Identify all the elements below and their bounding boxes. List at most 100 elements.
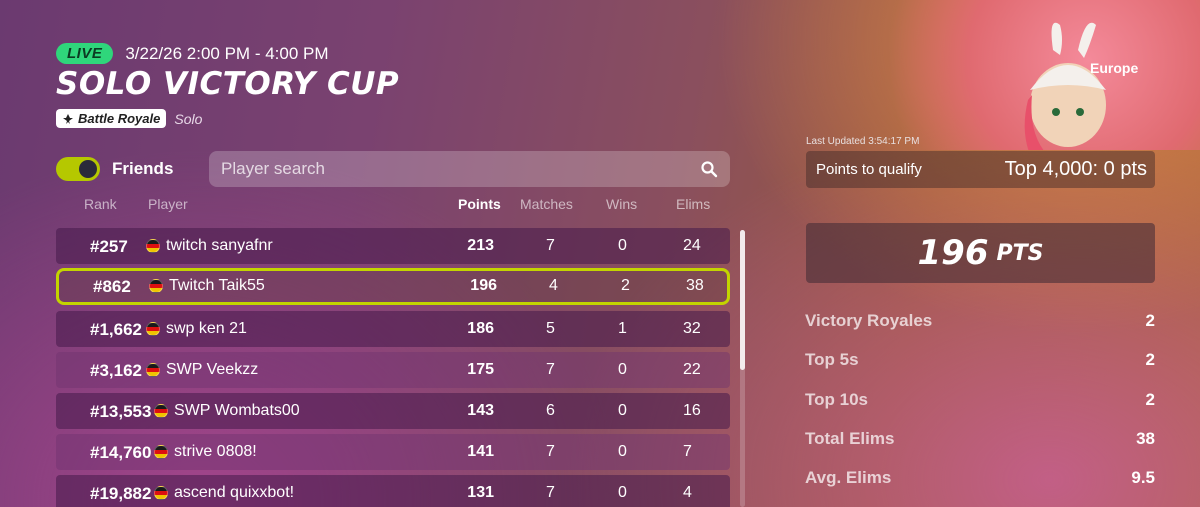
player-points-box: 196 PTS (806, 223, 1155, 283)
header-wins[interactable]: Wins (606, 196, 637, 212)
row-wins: 0 (618, 484, 627, 501)
row-elims: 22 (683, 361, 701, 378)
table-row[interactable]: #19,882 ascend quixxbot! 131 7 0 4 (56, 475, 730, 507)
header-points[interactable]: Points (458, 196, 501, 212)
player-points-unit: PTS (996, 240, 1044, 266)
table-row-selected[interactable]: #862 Twitch Taik55 196 4 2 38 (56, 268, 730, 305)
header-elims[interactable]: Elims (676, 196, 710, 212)
germany-flag-icon (146, 322, 160, 336)
stat-value: 2 (1145, 350, 1155, 369)
player-points-value: 196 (917, 233, 989, 273)
qualify-label: Points to qualify (816, 161, 922, 178)
toggle-knob (79, 160, 97, 178)
live-badge: LIVE (56, 43, 114, 64)
row-points: 131 (467, 484, 494, 501)
stat-label: Top 10s (805, 390, 868, 409)
table-row[interactable]: #1,662 swp ken 21 186 5 1 32 (56, 311, 730, 347)
row-matches: 7 (546, 484, 555, 501)
row-matches: 7 (546, 443, 555, 460)
row-matches: 7 (546, 361, 555, 378)
friends-toggle[interactable] (56, 157, 100, 181)
row-matches: 7 (546, 237, 555, 254)
mode-badge: Battle Royale (56, 109, 167, 128)
page-title: SOLO VICTORY CUP (56, 66, 400, 102)
stat-value: 38 (1136, 429, 1155, 448)
row-rank: #3,162 (90, 361, 142, 380)
row-wins: 0 (618, 361, 627, 378)
search-icon[interactable] (700, 160, 718, 178)
header-rank[interactable]: Rank (84, 196, 117, 212)
region-label: Europe (1090, 60, 1139, 76)
row-rank: #13,553 (90, 402, 152, 421)
table-row[interactable]: #13,553 SWP Wombats00 143 6 0 16 (56, 393, 730, 429)
row-matches: 4 (549, 277, 558, 294)
stat-row: Victory Royales 2 (805, 311, 1155, 333)
table-row[interactable]: #3,162 SWP Veekzz 175 7 0 22 (56, 352, 730, 388)
friends-label: Friends (112, 159, 174, 178)
row-elims: 7 (683, 443, 692, 460)
character-banner (838, 0, 1200, 150)
mode-row: Battle Royale Solo (56, 109, 202, 128)
germany-flag-icon (154, 445, 168, 459)
stat-label: Total Elims (805, 429, 895, 448)
row-rank: #14,760 (90, 443, 152, 462)
row-wins: 0 (618, 443, 627, 460)
row-points: 175 (467, 361, 494, 378)
row-player: twitch sanyafnr (166, 237, 273, 254)
row-elims: 32 (683, 320, 701, 337)
row-rank: #19,882 (90, 484, 152, 503)
qualify-value: Top 4,000: 0 pts (1004, 158, 1147, 180)
scrollbar-thumb[interactable] (740, 230, 745, 370)
leaderboard-header: Rank Player Points Matches Wins Elims (56, 196, 730, 214)
header-matches[interactable]: Matches (520, 196, 573, 212)
germany-flag-icon (146, 239, 160, 253)
row-player: SWP Veekzz (166, 361, 259, 378)
stat-label: Avg. Elims (805, 468, 892, 487)
row-elims: 4 (683, 484, 692, 501)
event-status-row: LIVE 3/22/26 2:00 PM - 4:00 PM (56, 43, 329, 64)
character-art-icon (1024, 22, 1106, 150)
row-points: 213 (467, 237, 494, 254)
mode-label: Battle Royale (78, 111, 161, 126)
row-rank: #1,662 (90, 320, 142, 339)
germany-flag-icon (146, 363, 160, 377)
row-player: ascend quixxbot! (174, 484, 295, 501)
row-points: 186 (467, 320, 494, 337)
stat-label: Victory Royales (805, 311, 933, 330)
stat-value: 2 (1145, 311, 1155, 330)
row-points: 143 (467, 402, 494, 419)
mode-sub-label: Solo (174, 110, 203, 127)
row-rank: #257 (90, 237, 128, 256)
stat-row: Top 10s 2 (805, 390, 1155, 412)
row-wins: 0 (618, 402, 627, 419)
row-wins: 0 (618, 237, 627, 254)
header-player[interactable]: Player (148, 196, 188, 212)
row-player: swp ken 21 (166, 320, 247, 337)
germany-flag-icon (154, 404, 168, 418)
row-elims: 16 (683, 402, 701, 419)
stat-row: Avg. Elims 9.5 (805, 468, 1155, 490)
friends-filter[interactable]: Friends (56, 157, 173, 181)
stat-value: 9.5 (1131, 468, 1155, 487)
row-matches: 6 (546, 402, 555, 419)
qualify-panel: Points to qualify Top 4,000: 0 pts (806, 151, 1155, 188)
row-player: strive 0808! (174, 443, 257, 460)
row-elims: 24 (683, 237, 701, 254)
player-search-input[interactable] (221, 159, 700, 179)
table-row[interactable]: #14,760 strive 0808! 141 7 0 7 (56, 434, 730, 470)
row-matches: 5 (546, 320, 555, 337)
row-rank: #862 (93, 277, 131, 296)
germany-flag-icon (154, 486, 168, 500)
row-wins: 1 (618, 320, 627, 337)
stat-row: Total Elims 38 (805, 429, 1155, 451)
row-points: 196 (470, 277, 497, 294)
row-player: SWP Wombats00 (174, 402, 300, 419)
stat-row: Top 5s 2 (805, 350, 1155, 372)
row-elims: 38 (686, 277, 704, 294)
last-updated: Last Updated 3:54:17 PM (806, 136, 920, 147)
row-player: Twitch Taik55 (169, 277, 265, 294)
player-search-box[interactable] (209, 151, 730, 187)
row-points: 141 (467, 443, 494, 460)
table-row[interactable]: #257 twitch sanyafnr 213 7 0 24 (56, 228, 730, 264)
row-wins: 2 (621, 277, 630, 294)
